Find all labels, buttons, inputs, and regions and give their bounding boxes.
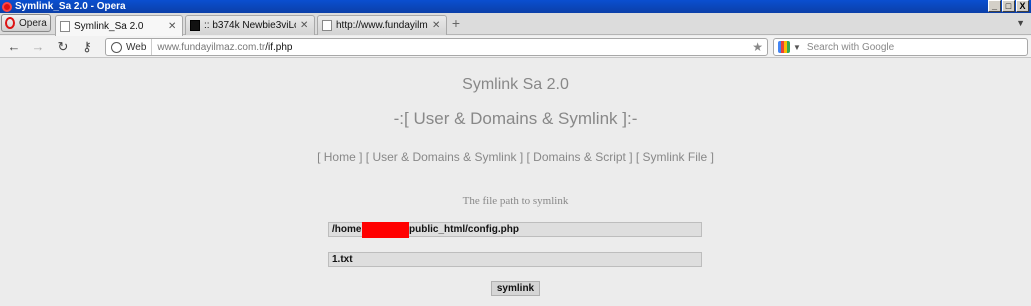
navigation-bar: ← → ↻ ⚷ Web www.fundayilmaz.com.tr/if.ph… <box>0 36 1031 58</box>
back-arrow-icon[interactable]: ← <box>6 39 22 55</box>
path-caption: The file path to symlink <box>462 195 569 207</box>
tab-label: :: b374k Newbie3viLc063... <box>204 20 296 31</box>
symlink-submit-button[interactable]: symlink <box>491 281 540 296</box>
url-host: www.fundayilmaz.com.tr <box>157 41 266 53</box>
tab-b374k[interactable]: :: b374k Newbie3viLc063... ✕ <box>185 15 315 35</box>
opera-menu-label: Opera <box>19 17 47 29</box>
wand-key-icon[interactable]: ⚷ <box>79 39 95 55</box>
opera-logo-icon <box>2 1 12 12</box>
site-info-label: Web <box>126 41 147 53</box>
nav-link-home[interactable]: Home <box>324 150 356 164</box>
site-info-badge[interactable]: Web <box>106 39 153 55</box>
path-suffix: public_html/config.php <box>409 224 519 235</box>
opera-menu-icon <box>5 17 15 29</box>
search-placeholder: Search with Google <box>806 41 895 53</box>
redaction-box <box>362 222 409 238</box>
reload-icon[interactable]: ↻ <box>55 39 71 55</box>
maximize-button[interactable]: □ <box>1002 0 1015 12</box>
tab-symlink[interactable]: Symlink_Sa 2.0 ✕ <box>55 15 183 36</box>
page-nav-menu: [ Home ] [ User & Domains & Symlink ] [ … <box>317 150 714 164</box>
path-prefix: /home <box>332 224 362 235</box>
minimize-button[interactable]: _ <box>988 0 1001 12</box>
google-icon <box>778 41 790 53</box>
close-tab-icon[interactable]: ✕ <box>168 21 178 32</box>
nav-link-user-domains[interactable]: User & Domains & Symlink <box>372 150 516 164</box>
window-title-bar: Symlink_Sa 2.0 - Opera _ □ X <box>0 0 1031 13</box>
output-file-input[interactable]: 1.txt <box>328 252 702 267</box>
search-engine-dropdown-icon[interactable]: ▼ <box>793 43 801 52</box>
close-tab-icon[interactable]: ✕ <box>300 20 310 31</box>
page-content: Symlink Sa 2.0 -:[ User & Domains & Syml… <box>0 59 1031 306</box>
bookmark-star-icon[interactable]: ★ <box>752 40 763 54</box>
tab-fundayilmaz[interactable]: http://www.fundayilmaz... ✕ <box>317 15 447 35</box>
nav-link-symlink-file[interactable]: Symlink File <box>643 150 708 164</box>
close-tab-icon[interactable]: ✕ <box>432 20 442 31</box>
window-title: Symlink_Sa 2.0 - Opera <box>15 1 126 12</box>
tab-label: Symlink_Sa 2.0 <box>74 20 144 32</box>
search-field[interactable]: ▼ Search with Google <box>773 38 1028 56</box>
address-bar[interactable]: Web www.fundayilmaz.com.tr/if.php ★ <box>105 38 768 56</box>
tab-label: http://www.fundayilmaz... <box>336 20 428 31</box>
new-tab-button[interactable]: + <box>449 16 463 31</box>
opera-menu-button[interactable]: Opera <box>1 14 51 32</box>
page-subtitle: -:[ User & Domains & Symlink ]:- <box>393 109 638 128</box>
window-controls: _ □ X <box>988 0 1029 12</box>
close-window-button[interactable]: X <box>1016 0 1029 12</box>
url-path: /if.php <box>265 41 293 53</box>
tab-bar: Opera Symlink_Sa 2.0 ✕ :: b374k Newbie3v… <box>0 13 1031 36</box>
globe-icon <box>111 41 122 53</box>
page-favicon-icon <box>322 20 332 31</box>
forward-arrow-icon[interactable]: → <box>30 39 46 55</box>
url-text: www.fundayilmaz.com.tr/if.php <box>152 42 292 53</box>
shell-favicon-icon <box>190 20 200 31</box>
tab-list-chevron-icon[interactable]: ▼ <box>1016 18 1025 28</box>
page-favicon-icon <box>60 20 70 32</box>
page-title: Symlink Sa 2.0 <box>462 76 569 93</box>
symlink-path-input[interactable]: /home public_html/config.php <box>328 222 702 238</box>
nav-link-domains-script[interactable]: Domains & Script <box>533 150 626 164</box>
